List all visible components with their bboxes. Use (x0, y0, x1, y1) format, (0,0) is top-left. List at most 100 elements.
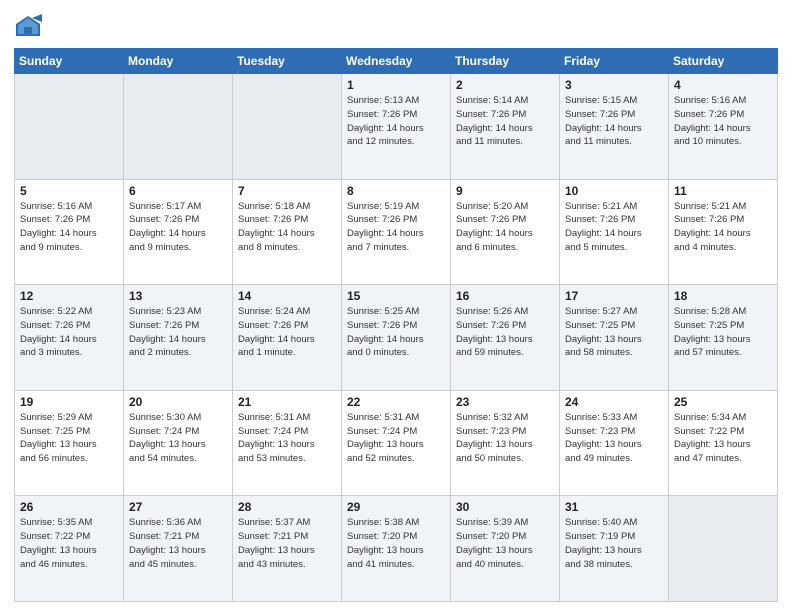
cell-info: Sunrise: 5:35 AM Sunset: 7:22 PM Dayligh… (20, 516, 118, 571)
calendar-cell: 14Sunrise: 5:24 AM Sunset: 7:26 PM Dayli… (233, 285, 342, 391)
day-number: 20 (129, 395, 227, 409)
calendar-cell: 16 Sunrise: 5:26 AM Sunset: 7:26 PM Dayli… (451, 285, 560, 391)
cell-info: Sunrise: 5:27 AM Sunset: 7:25 PM Dayligh… (565, 305, 663, 360)
calendar-table: SundayMondayTuesdayWednesdayThursdayFrid… (14, 48, 778, 602)
cell-info: Sunrise: 5:30 AM Sunset: 7:24 PM Dayligh… (129, 411, 227, 466)
cell-info: Sunrise: 5:21 AM Sunset: 7:26 PM Dayligh… (674, 200, 772, 255)
day-number: 24 (565, 395, 663, 409)
week-row-3: 12 Sunrise: 5:22 AM Sunset: 7:26 PM Dayli… (15, 285, 778, 391)
day-number: 11 (674, 184, 772, 198)
week-row-1: 1 Sunrise: 5:13 AM Sunset: 7:26 PM Daylig… (15, 74, 778, 180)
calendar-cell (124, 74, 233, 180)
cell-info: Sunrise: 5:24 AM Sunset: 7:26 PM Dayligh… (238, 305, 336, 360)
day-number: 16 (456, 289, 554, 303)
header-row: SundayMondayTuesdayWednesdayThursdayFrid… (15, 49, 778, 74)
day-number: 2 (456, 78, 554, 92)
calendar-cell: 9Sunrise: 5:20 AM Sunset: 7:26 PM Daylig… (451, 179, 560, 285)
cell-info: Sunrise: 5:22 AM Sunset: 7:26 PM Dayligh… (20, 305, 118, 360)
calendar-cell: 23Sunrise: 5:32 AM Sunset: 7:23 PM Dayli… (451, 390, 560, 496)
cell-info: Sunrise: 5:38 AM Sunset: 7:20 PM Dayligh… (347, 516, 445, 571)
calendar-cell: 10 Sunrise: 5:21 AM Sunset: 7:26 PM Dayli… (560, 179, 669, 285)
cell-info: Sunrise: 5:16 AM Sunset: 7:26 PM Dayligh… (674, 94, 772, 149)
cell-info: Sunrise: 5:15 AM Sunset: 7:26 PM Dayligh… (565, 94, 663, 149)
day-number: 26 (20, 500, 118, 514)
calendar-cell: 3Sunrise: 5:15 AM Sunset: 7:26 PM Daylig… (560, 74, 669, 180)
day-number: 22 (347, 395, 445, 409)
calendar-cell: 22 Sunrise: 5:31 AM Sunset: 7:24 PM Dayli… (342, 390, 451, 496)
day-number: 13 (129, 289, 227, 303)
calendar-cell: 12 Sunrise: 5:22 AM Sunset: 7:26 PM Dayli… (15, 285, 124, 391)
col-header-saturday: Saturday (669, 49, 778, 74)
day-number: 18 (674, 289, 772, 303)
calendar-cell: 5 Sunrise: 5:16 AM Sunset: 7:26 PM Daylig… (15, 179, 124, 285)
col-header-thursday: Thursday (451, 49, 560, 74)
day-number: 27 (129, 500, 227, 514)
cell-info: Sunrise: 5:25 AM Sunset: 7:26 PM Dayligh… (347, 305, 445, 360)
calendar-cell: 30Sunrise: 5:39 AM Sunset: 7:20 PM Dayli… (451, 496, 560, 602)
day-number: 23 (456, 395, 554, 409)
cell-info: Sunrise: 5:26 AM Sunset: 7:26 PM Dayligh… (456, 305, 554, 360)
cell-info: Sunrise: 5:21 AM Sunset: 7:26 PM Dayligh… (565, 200, 663, 255)
calendar-cell: 4 Sunrise: 5:16 AM Sunset: 7:26 PM Daylig… (669, 74, 778, 180)
calendar-cell: 11 Sunrise: 5:21 AM Sunset: 7:26 PM Dayli… (669, 179, 778, 285)
calendar-cell: 18 Sunrise: 5:28 AM Sunset: 7:25 PM Dayli… (669, 285, 778, 391)
cell-info: Sunrise: 5:34 AM Sunset: 7:22 PM Dayligh… (674, 411, 772, 466)
calendar-cell: 2 Sunrise: 5:14 AM Sunset: 7:26 PM Daylig… (451, 74, 560, 180)
calendar-cell: 15Sunrise: 5:25 AM Sunset: 7:26 PM Dayli… (342, 285, 451, 391)
day-number: 28 (238, 500, 336, 514)
day-number: 5 (20, 184, 118, 198)
calendar-cell: 1 Sunrise: 5:13 AM Sunset: 7:26 PM Daylig… (342, 74, 451, 180)
cell-info: Sunrise: 5:14 AM Sunset: 7:26 PM Dayligh… (456, 94, 554, 149)
cell-info: Sunrise: 5:31 AM Sunset: 7:24 PM Dayligh… (347, 411, 445, 466)
day-number: 7 (238, 184, 336, 198)
calendar-cell: 27 Sunrise: 5:36 AM Sunset: 7:21 PM Dayli… (124, 496, 233, 602)
calendar-cell: 28 Sunrise: 5:37 AM Sunset: 7:21 PM Dayli… (233, 496, 342, 602)
calendar-cell: 21 Sunrise: 5:31 AM Sunset: 7:24 PM Dayli… (233, 390, 342, 496)
calendar-cell: 17Sunrise: 5:27 AM Sunset: 7:25 PM Dayli… (560, 285, 669, 391)
day-number: 29 (347, 500, 445, 514)
calendar-cell (15, 74, 124, 180)
calendar-cell: 31 Sunrise: 5:40 AM Sunset: 7:19 PM Dayli… (560, 496, 669, 602)
cell-info: Sunrise: 5:31 AM Sunset: 7:24 PM Dayligh… (238, 411, 336, 466)
cell-info: Sunrise: 5:37 AM Sunset: 7:21 PM Dayligh… (238, 516, 336, 571)
calendar-cell: 6 Sunrise: 5:17 AM Sunset: 7:26 PM Daylig… (124, 179, 233, 285)
calendar-cell (669, 496, 778, 602)
week-row-4: 19 Sunrise: 5:29 AM Sunset: 7:25 PM Dayli… (15, 390, 778, 496)
day-number: 31 (565, 500, 663, 514)
calendar-cell (233, 74, 342, 180)
col-header-friday: Friday (560, 49, 669, 74)
calendar-cell: 7 Sunrise: 5:18 AM Sunset: 7:26 PM Daylig… (233, 179, 342, 285)
day-number: 9 (456, 184, 554, 198)
calendar-cell: 24 Sunrise: 5:33 AM Sunset: 7:23 PM Dayli… (560, 390, 669, 496)
day-number: 6 (129, 184, 227, 198)
col-header-monday: Monday (124, 49, 233, 74)
cell-info: Sunrise: 5:13 AM Sunset: 7:26 PM Dayligh… (347, 94, 445, 149)
calendar-page: SundayMondayTuesdayWednesdayThursdayFrid… (0, 0, 792, 612)
day-number: 1 (347, 78, 445, 92)
day-number: 21 (238, 395, 336, 409)
calendar-cell: 29 Sunrise: 5:38 AM Sunset: 7:20 PM Dayli… (342, 496, 451, 602)
cell-info: Sunrise: 5:40 AM Sunset: 7:19 PM Dayligh… (565, 516, 663, 571)
week-row-2: 5 Sunrise: 5:16 AM Sunset: 7:26 PM Daylig… (15, 179, 778, 285)
calendar-cell: 8Sunrise: 5:19 AM Sunset: 7:26 PM Daylig… (342, 179, 451, 285)
cell-info: Sunrise: 5:18 AM Sunset: 7:26 PM Dayligh… (238, 200, 336, 255)
col-header-sunday: Sunday (15, 49, 124, 74)
cell-info: Sunrise: 5:28 AM Sunset: 7:25 PM Dayligh… (674, 305, 772, 360)
cell-info: Sunrise: 5:17 AM Sunset: 7:26 PM Dayligh… (129, 200, 227, 255)
calendar-cell: 25Sunrise: 5:34 AM Sunset: 7:22 PM Dayli… (669, 390, 778, 496)
col-header-tuesday: Tuesday (233, 49, 342, 74)
day-number: 19 (20, 395, 118, 409)
cell-info: Sunrise: 5:36 AM Sunset: 7:21 PM Dayligh… (129, 516, 227, 571)
cell-info: Sunrise: 5:23 AM Sunset: 7:26 PM Dayligh… (129, 305, 227, 360)
cell-info: Sunrise: 5:16 AM Sunset: 7:26 PM Dayligh… (20, 200, 118, 255)
calendar-cell: 13 Sunrise: 5:23 AM Sunset: 7:26 PM Dayli… (124, 285, 233, 391)
day-number: 4 (674, 78, 772, 92)
day-number: 12 (20, 289, 118, 303)
day-number: 10 (565, 184, 663, 198)
col-header-wednesday: Wednesday (342, 49, 451, 74)
cell-info: Sunrise: 5:33 AM Sunset: 7:23 PM Dayligh… (565, 411, 663, 466)
cell-info: Sunrise: 5:39 AM Sunset: 7:20 PM Dayligh… (456, 516, 554, 571)
cell-info: Sunrise: 5:29 AM Sunset: 7:25 PM Dayligh… (20, 411, 118, 466)
cell-info: Sunrise: 5:19 AM Sunset: 7:26 PM Dayligh… (347, 200, 445, 255)
header (14, 10, 778, 42)
